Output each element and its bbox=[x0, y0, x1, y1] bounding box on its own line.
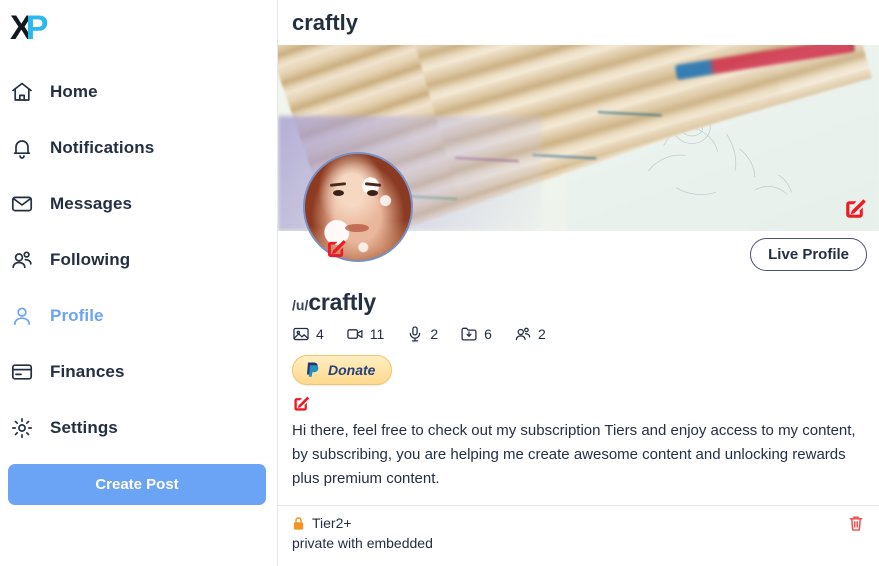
sidebar-item-label-profile: Profile bbox=[50, 306, 104, 325]
live-profile-button[interactable]: Live Profile bbox=[750, 237, 867, 271]
stat-value-audio: 2 bbox=[430, 326, 439, 342]
stat-downloads[interactable]: 6 bbox=[460, 325, 492, 343]
user-icon bbox=[10, 304, 50, 328]
edit-banner-button[interactable] bbox=[843, 197, 867, 221]
handle-prefix: /u/ bbox=[292, 297, 309, 313]
main-content: craftly Live Profile /u/ craftly 4 11 2 … bbox=[278, 0, 879, 566]
avatar-container bbox=[303, 152, 413, 262]
sidebar-item-notifications[interactable]: Notifications bbox=[0, 120, 277, 176]
sidebar-item-messages[interactable]: Messages bbox=[0, 176, 277, 232]
credit-card-icon bbox=[10, 360, 50, 384]
sidebar-item-home[interactable]: Home bbox=[0, 64, 277, 120]
profile-handle: /u/ craftly bbox=[292, 289, 879, 316]
avatar-detail bbox=[345, 224, 369, 232]
avatar-detail bbox=[364, 182, 382, 187]
sidebar-item-label-notifications: Notifications bbox=[50, 138, 155, 157]
page-title: craftly bbox=[292, 9, 359, 35]
home-icon bbox=[10, 80, 50, 104]
donate-label: Donate bbox=[328, 362, 376, 378]
video-camera-icon bbox=[346, 325, 364, 343]
delete-tier-button[interactable] bbox=[847, 514, 865, 532]
profile-bio-text: Hi there, feel free to check out my subs… bbox=[292, 422, 856, 487]
stat-audio[interactable]: 2 bbox=[406, 325, 438, 343]
app-root: XP Home Notifications Messages Following… bbox=[0, 0, 879, 566]
paypal-glyph bbox=[306, 362, 319, 377]
profile-stats: 4 11 2 6 2 bbox=[292, 325, 879, 343]
sidebar-item-settings[interactable]: Settings bbox=[0, 400, 277, 456]
tier-label-group[interactable]: Tier2+ bbox=[292, 515, 352, 531]
logo-letter-p: P bbox=[25, 9, 49, 47]
sidebar-item-label-finances: Finances bbox=[50, 362, 125, 381]
bell-icon bbox=[10, 136, 50, 160]
stat-value-downloads: 6 bbox=[484, 326, 492, 342]
stat-subscribers[interactable]: 2 bbox=[514, 325, 546, 343]
stat-videos[interactable]: 11 bbox=[346, 325, 385, 343]
avatar-detail bbox=[367, 190, 378, 196]
paypal-donate-button[interactable]: Donate bbox=[292, 355, 393, 385]
handle-name: craftly bbox=[308, 289, 376, 315]
edit-square-icon bbox=[846, 199, 866, 218]
paypal-icon bbox=[305, 361, 321, 379]
xp-logo-text: XP bbox=[10, 9, 49, 47]
people-icon bbox=[514, 325, 532, 343]
avatar-detail bbox=[333, 190, 344, 196]
sidebar-item-following[interactable]: Following bbox=[0, 232, 277, 288]
main-header: craftly bbox=[278, 0, 879, 45]
profile-bio-block: Hi there, feel free to check out my subs… bbox=[278, 385, 879, 491]
microphone-icon bbox=[406, 325, 424, 343]
users-icon bbox=[10, 248, 50, 272]
edit-square-icon bbox=[294, 396, 310, 411]
edit-avatar-button[interactable] bbox=[325, 238, 347, 260]
xp-logo[interactable]: XP bbox=[0, 0, 277, 48]
avatar-detail bbox=[329, 182, 347, 187]
sidebar-item-finances[interactable]: Finances bbox=[0, 344, 277, 400]
sidebar-item-label-home: Home bbox=[50, 82, 98, 101]
create-post-button[interactable]: Create Post bbox=[8, 464, 266, 505]
sidebar-item-label-following: Following bbox=[50, 250, 131, 269]
sidebar: XP Home Notifications Messages Following… bbox=[0, 0, 278, 566]
stat-value-images: 4 bbox=[316, 326, 324, 342]
envelope-icon bbox=[10, 192, 50, 216]
profile-identity: /u/ craftly 4 11 2 6 2 Donate bbox=[278, 277, 879, 385]
lock-icon bbox=[292, 516, 305, 531]
stat-value-subscribers: 2 bbox=[537, 326, 546, 342]
sidebar-item-label-messages: Messages bbox=[50, 194, 133, 213]
sidebar-item-profile[interactable]: Profile bbox=[0, 288, 277, 344]
edit-bio-button[interactable] bbox=[292, 395, 310, 413]
image-icon bbox=[292, 325, 310, 343]
edit-square-icon bbox=[327, 240, 346, 258]
sidebar-nav: Home Notifications Messages Following Pr… bbox=[0, 64, 277, 456]
avatar[interactable] bbox=[303, 152, 413, 262]
folder-download-icon bbox=[460, 325, 478, 343]
tier-subtitle: private with embedded bbox=[292, 535, 433, 551]
sidebar-item-label-settings: Settings bbox=[50, 418, 118, 437]
stat-images[interactable]: 4 bbox=[292, 325, 324, 343]
tier-row: Tier2+ bbox=[278, 506, 879, 532]
gear-icon bbox=[10, 416, 50, 440]
tier-label: Tier2+ bbox=[312, 515, 352, 531]
stat-value-videos: 11 bbox=[369, 326, 385, 342]
